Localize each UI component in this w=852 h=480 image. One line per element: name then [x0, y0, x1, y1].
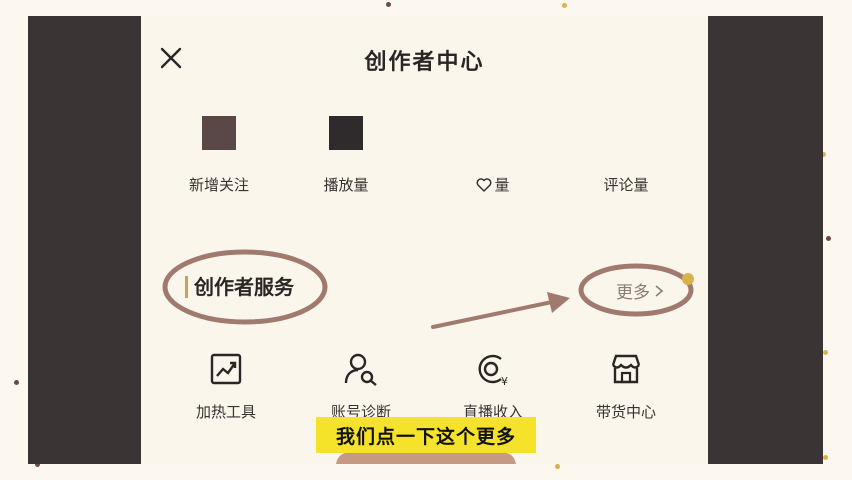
creator-center-screen: 创作者中心 新增关注 播放量 量 评论量 创作者服务 更多 加热工具 账号诊断 …: [141, 16, 708, 464]
stat-value-placeholder: [202, 116, 236, 150]
live-income-icon: ¥: [478, 354, 508, 388]
user-search-icon: [344, 353, 377, 386]
service-account-diagnosis[interactable]: 账号诊断: [306, 351, 416, 422]
service-sales-center[interactable]: 带货中心: [571, 351, 681, 422]
page-title: 创作者中心: [364, 50, 485, 75]
chevron-right-icon: [655, 284, 664, 297]
store-icon: [611, 354, 641, 384]
service-label: 加热工具: [195, 403, 256, 421]
svg-text:¥: ¥: [501, 375, 508, 387]
confetti-dot: [14, 380, 19, 385]
stat-new-followers[interactable]: 新增关注: [164, 116, 274, 194]
stat-likes[interactable]: 量: [438, 116, 548, 194]
stat-label: 播放量: [323, 176, 369, 194]
trend-chart-icon: [210, 353, 242, 385]
more-link-label: 更多: [616, 283, 650, 303]
confetti-dot: [823, 350, 828, 355]
service-live-income[interactable]: ¥ 直播收入: [438, 351, 548, 422]
stat-label: 量: [494, 176, 510, 194]
stat-plays[interactable]: 播放量: [291, 116, 401, 194]
confetti-dot: [562, 3, 567, 8]
stat-value-placeholder: [329, 116, 363, 150]
stat-label: 新增关注: [188, 176, 249, 194]
heart-icon: [477, 177, 492, 192]
confetti-dot: [555, 464, 560, 469]
section-title: 创作者服务: [185, 276, 294, 298]
confetti-dot: [823, 455, 828, 460]
confetti-dot: [386, 2, 391, 7]
more-link[interactable]: 更多: [616, 278, 664, 303]
service-boost-tool[interactable]: 加热工具: [171, 351, 281, 422]
subtitle-caption: 我们点一下这个更多: [316, 417, 536, 453]
stat-label: 评论量: [603, 176, 649, 194]
stat-comments[interactable]: 评论量: [571, 116, 681, 194]
service-label: 带货中心: [595, 403, 656, 421]
confetti-dot: [826, 236, 831, 241]
